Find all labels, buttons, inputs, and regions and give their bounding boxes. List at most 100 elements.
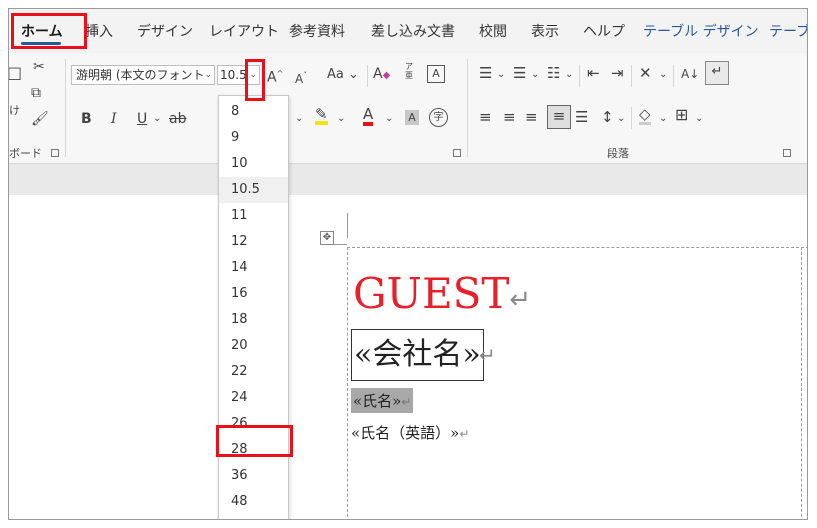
clipboard-launcher-icon[interactable] [51,149,59,157]
document-page[interactable]: ✥ GUEST↵ «会社名» ↵ «氏名»↵ «氏名（英語）»↵ [9,195,807,519]
underline-icon[interactable]: U [137,111,147,127]
tab-table-design[interactable]: テーブル デザイン [643,21,759,41]
chevron-down-icon[interactable]: ⌄ [385,111,393,127]
shrink-font-icon[interactable]: Aˇ [295,68,307,87]
phonetic-guide-icon[interactable]: ア亜 [405,62,413,80]
tab-review[interactable]: 校閲 [479,21,507,41]
group-separator [467,59,468,157]
font-size-option-20[interactable]: 20 [219,333,288,359]
font-size-option-24[interactable]: 24 [219,385,288,411]
table-move-handle-icon[interactable]: ✥ [320,231,334,245]
character-shading-icon[interactable]: A [405,110,419,125]
align-left-icon[interactable]: ≡ [479,109,492,125]
strikethrough-icon[interactable]: ab [169,111,186,127]
chevron-down-icon[interactable]: ⌄ [565,67,573,83]
font-size-option-28[interactable]: 28 [219,437,288,463]
cut-icon[interactable]: ✂ [33,59,45,75]
font-size-option-8[interactable]: 8 [219,99,288,125]
chevron-down-icon[interactable]: ⌄ [337,111,345,127]
tab-view[interactable]: 表示 [531,21,559,41]
ribbon-home: □ ✂ ⧉ け 🖌 ボード 游明朝 (本文のフォント ⌄ 10.5 ⌄ A^ A… [9,53,807,164]
font-size-option-14[interactable]: 14 [219,255,288,281]
chevron-down-icon[interactable]: ⌄ [295,111,303,127]
font-size-option-10-5[interactable]: 10.5 [219,177,288,203]
font-launcher-icon[interactable] [453,149,461,157]
grow-font-icon[interactable]: A^ [267,66,283,86]
highlighter-icon[interactable]: ✎ [315,107,328,125]
font-size-option-10[interactable]: 10 [219,151,288,177]
paste-label: け [9,104,20,117]
margin-guide [347,213,348,238]
align-right-icon[interactable]: ≡ [525,109,538,125]
tab-design[interactable]: デザイン [137,21,193,41]
separator [673,65,674,87]
english-name-text: «氏名（英語）» [351,424,460,442]
font-size-option-18[interactable]: 18 [219,307,288,333]
paragraph-mark-icon: ↵ [479,343,496,367]
guest-text: GUEST [353,269,510,318]
clear-formatting-icon[interactable]: A◆ [373,66,390,84]
enclose-characters-icon[interactable]: 字 [429,108,448,127]
chevron-down-icon[interactable]: ⌄ [659,67,667,83]
separator [631,107,632,129]
font-size-dropdown-arrow[interactable]: ⌄ [249,66,257,84]
company-merge-field[interactable]: «会社名» [351,329,484,381]
font-size-option-9[interactable]: 9 [219,125,288,151]
asian-layout-icon[interactable]: ✕ [639,65,652,81]
tab-home[interactable]: ホーム [21,21,63,41]
tab-references[interactable]: 参考資料 [289,21,345,41]
clipboard-group-label: ボード [9,147,42,160]
english-name-merge-field[interactable]: «氏名（英語）»↵ [351,422,469,443]
decrease-indent-icon[interactable]: ⇤ [587,65,600,81]
justify-icon[interactable]: ≡ [547,105,571,129]
show-formatting-marks-icon[interactable]: ↵ [705,61,729,85]
chevron-down-icon[interactable]: ⌄ [531,67,539,83]
group-separator [65,59,66,157]
name-field-text: «氏名» [353,392,402,410]
guest-heading[interactable]: GUEST↵ [353,269,531,318]
separator [367,65,368,87]
font-color-icon[interactable]: A [363,107,374,126]
font-size-combo[interactable]: 10.5 ⌄ [217,65,260,85]
font-size-option-11[interactable]: 11 [219,203,288,229]
copy-icon[interactable]: ⧉ [31,85,41,101]
chevron-down-icon[interactable]: ⌄ [617,111,625,127]
bullets-icon[interactable]: ☰ [479,65,492,81]
font-size-option-16[interactable]: 16 [219,281,288,307]
font-size-option-22[interactable]: 22 [219,359,288,385]
font-size-option-48[interactable]: 48 [219,489,288,515]
numbering-icon[interactable]: ☰ [513,65,526,81]
line-spacing-icon[interactable]: ↕ [601,109,614,125]
tab-insert[interactable]: 挿入 [85,21,113,41]
font-size-option-26[interactable]: 26 [219,411,288,437]
distributed-icon[interactable]: ☰ [575,109,588,125]
paragraph-mark-icon: ↵ [509,285,532,315]
word-window: ホーム 挿入 デザイン レイアウト 参考資料 差し込み文書 校閲 表示 ヘルプ … [8,8,808,520]
italic-icon[interactable]: I [111,111,117,127]
font-size-option-12[interactable]: 12 [219,229,288,255]
chevron-down-icon[interactable]: ⌄ [695,111,703,127]
shading-icon[interactable]: ◇ [639,107,651,125]
tab-help[interactable]: ヘルプ [583,21,625,41]
increase-indent-icon[interactable]: ⇥ [611,65,624,81]
tab-mailings[interactable]: 差し込み文書 [371,21,455,41]
format-painter-icon[interactable]: 🖌 [31,111,49,127]
paste-icon[interactable]: □ [9,65,22,81]
tab-layout[interactable]: レイアウト [209,21,279,41]
chevron-down-icon[interactable]: ⌄ [659,111,667,127]
sort-icon[interactable]: A↓ [681,66,699,82]
bold-icon[interactable]: B [81,111,92,127]
font-size-option-36[interactable]: 36 [219,463,288,489]
paragraph-launcher-icon[interactable] [783,149,791,157]
character-border-icon[interactable]: A [427,65,445,83]
chevron-down-icon[interactable]: ⌄ [497,67,505,83]
name-merge-field[interactable]: «氏名»↵ [351,388,414,413]
borders-icon[interactable]: ⊞ [675,107,688,123]
change-case-icon[interactable]: Aa ⌄ [327,67,359,83]
underline-dropdown-icon[interactable]: ⌄ [153,111,161,127]
multilevel-list-icon[interactable]: ☷ [547,65,560,81]
align-center-icon[interactable]: ≡ [503,109,516,125]
tab-table-layout[interactable]: テーブ [769,21,807,41]
font-name-combo[interactable]: 游明朝 (本文のフォント ⌄ [71,65,215,85]
font-name-value: 游明朝 (本文のフォント [76,68,205,82]
